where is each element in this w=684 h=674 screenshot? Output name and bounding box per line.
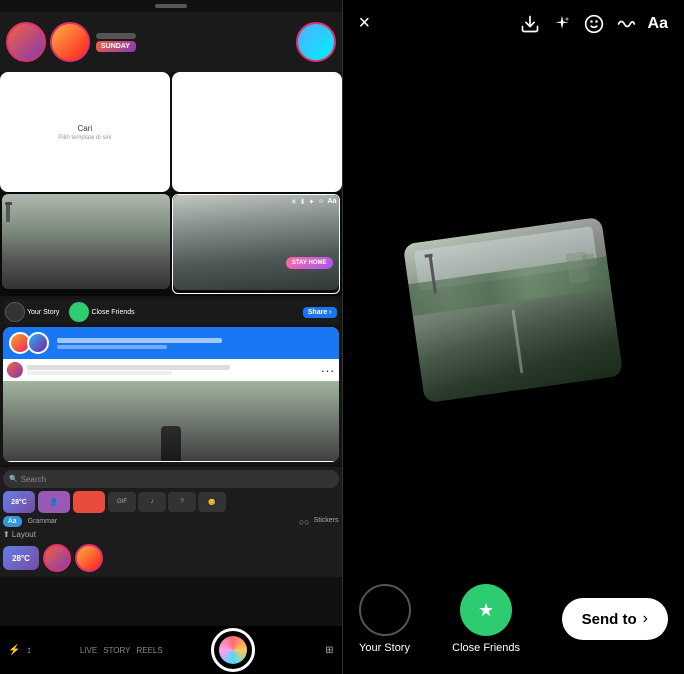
sticker-label-small: Stickers bbox=[314, 517, 339, 527]
canvas-area bbox=[343, 47, 684, 572]
bolt-icon[interactable]: ⚡ bbox=[8, 645, 20, 656]
top-toolbar: × bbox=[343, 0, 684, 47]
close-friends-avatar bbox=[69, 302, 89, 322]
story-circle-small[interactable] bbox=[43, 544, 71, 572]
right-panel: × bbox=[343, 0, 684, 674]
close-friends-text: Close Friends bbox=[91, 309, 134, 316]
ig-avatar-2 bbox=[27, 332, 49, 354]
camera-bar: ⚡ ↕ LIVE STORY REELS ⊞ bbox=[0, 626, 342, 674]
lamp-arm bbox=[425, 253, 433, 257]
cam-icons-left: ⚡ ↕ bbox=[8, 645, 31, 656]
your-story-circle bbox=[359, 584, 411, 636]
question-sticker[interactable]: ? bbox=[168, 492, 196, 512]
red-sticker[interactable] bbox=[73, 491, 105, 513]
aa-sticker[interactable]: Aa bbox=[3, 516, 22, 527]
your-story-avatar bbox=[5, 302, 25, 322]
download-icon-small[interactable]: ⬇ bbox=[300, 198, 306, 206]
gif-sticker[interactable]: GIF bbox=[108, 492, 136, 512]
photo-road-bg bbox=[403, 216, 623, 402]
sticker-row-1: 28°C 👤 GIF ♪ ? 😊 bbox=[3, 491, 339, 513]
close-friends-label: Close Friends bbox=[452, 642, 520, 654]
sparkle-icon-small[interactable]: ✦ bbox=[309, 198, 315, 206]
sparkle-button[interactable] bbox=[552, 14, 572, 34]
temperature-sticker[interactable]: 28°C bbox=[3, 491, 35, 513]
download-button[interactable] bbox=[520, 14, 540, 34]
person-silhouette-2 bbox=[161, 426, 181, 461]
your-story-option[interactable]: Your Story bbox=[359, 584, 411, 654]
flip-icon[interactable]: ↕ bbox=[26, 645, 31, 656]
sticker-row-3: ⬆ Layout bbox=[3, 530, 339, 539]
sunday-label: SUNDAY bbox=[96, 41, 136, 52]
white-card-1-title: Cari bbox=[78, 124, 93, 133]
photo-grid-top: Cari Pilih template di sini bbox=[0, 72, 342, 192]
left-panel: SUNDAY Cari Pilih template di sini bbox=[0, 0, 342, 674]
text-icon-small[interactable]: Aa bbox=[328, 198, 337, 206]
shutter-inner bbox=[219, 636, 247, 664]
bottom-sticker-row: 28°C bbox=[3, 542, 339, 574]
sticker-search[interactable]: 🔍 Search bbox=[3, 470, 339, 488]
road-thumb-right[interactable]: ✕ ⬇ ✦ ☺ Aa STAY HOME bbox=[172, 194, 340, 294]
ig-feed-actions: ♡ 💬 ✈ bbox=[3, 461, 339, 462]
layout-label: ⬆ Layout bbox=[3, 530, 36, 539]
ig-user-row: ··· bbox=[3, 359, 339, 381]
photo-card[interactable] bbox=[403, 216, 623, 402]
send-to-text: Send to bbox=[582, 611, 637, 628]
white-card-2[interactable] bbox=[172, 72, 342, 192]
sticker-row-2: Aa Grammar ○○ Stickers bbox=[3, 516, 339, 527]
your-story-label: Your Story bbox=[359, 642, 410, 654]
ig-profile-pic bbox=[7, 362, 23, 378]
gallery-icon[interactable]: ⊞ bbox=[303, 645, 333, 656]
send-chevron-icon: › bbox=[643, 610, 648, 628]
share-button[interactable]: Share › bbox=[303, 307, 337, 318]
28c-badge[interactable]: 28°C bbox=[3, 546, 39, 570]
drag-handle[interactable] bbox=[155, 4, 187, 8]
stay-home-sticker: STAY HOME bbox=[286, 257, 333, 269]
face-icon-small[interactable]: ☺ bbox=[317, 198, 324, 206]
close-icon-small[interactable]: ✕ bbox=[291, 198, 297, 206]
white-card-1[interactable]: Cari Pilih template di sini bbox=[0, 72, 170, 192]
bottom-bar: Your Story ★ Close Friends Send to › bbox=[343, 572, 684, 674]
avatar-2[interactable] bbox=[50, 22, 90, 62]
circle-icon: ○○ bbox=[299, 517, 310, 527]
road-thumb-left[interactable] bbox=[2, 194, 170, 294]
story-circle-small-2[interactable] bbox=[75, 544, 103, 572]
top-stories-row: SUNDAY bbox=[0, 12, 342, 72]
ig-header bbox=[3, 327, 339, 359]
squiggle-button[interactable] bbox=[616, 14, 636, 34]
your-story-text: Your Story bbox=[27, 309, 59, 316]
ig-feed-preview: ··· ♡ 💬 ✈ bbox=[3, 327, 339, 462]
grammar-label: Grammar bbox=[28, 518, 58, 525]
toolbar-right: Aa bbox=[520, 14, 668, 34]
music-sticker[interactable]: ♪ bbox=[138, 492, 166, 512]
live-mode[interactable]: LIVE bbox=[80, 646, 97, 655]
shutter-button[interactable] bbox=[211, 628, 255, 672]
road-grid: ✕ ⬇ ✦ ☺ Aa STAY HOME bbox=[0, 192, 342, 296]
mode-labels: LIVE STORY REELS bbox=[80, 646, 163, 655]
avatar-3[interactable] bbox=[296, 22, 336, 62]
story-mode[interactable]: STORY bbox=[103, 646, 130, 655]
close-friends-circle: ★ bbox=[460, 584, 512, 636]
reels-mode[interactable]: REELS bbox=[136, 646, 162, 655]
sticker-tray: 🔍 Search 28°C 👤 GIF ♪ ? 😊 Aa Grammar ○○ … bbox=[0, 467, 342, 577]
white-card-1-sub: Pilih template di sini bbox=[58, 135, 111, 141]
ig-post-image bbox=[3, 381, 339, 461]
face-button[interactable] bbox=[584, 14, 604, 34]
emoji-sticker[interactable]: 😊 bbox=[198, 492, 226, 512]
close-button[interactable]: × bbox=[359, 12, 371, 35]
avatar-1[interactable] bbox=[6, 22, 46, 62]
search-placeholder: Search bbox=[21, 475, 46, 484]
text-button[interactable]: Aa bbox=[648, 15, 668, 33]
stories-overlay: Your Story Close Friends Share › bbox=[0, 296, 342, 465]
avatar-sticker[interactable]: 👤 bbox=[38, 491, 70, 513]
close-friends-option[interactable]: ★ Close Friends bbox=[452, 584, 520, 654]
send-to-button[interactable]: Send to › bbox=[562, 598, 668, 640]
